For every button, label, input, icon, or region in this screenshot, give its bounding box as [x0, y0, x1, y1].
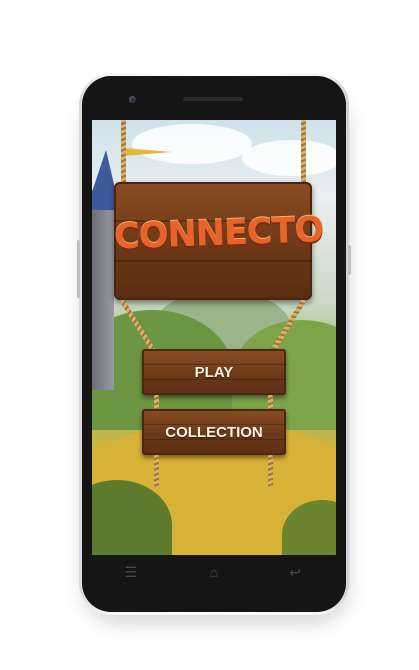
rope — [301, 120, 306, 188]
rope — [268, 395, 273, 409]
earpiece-speaker — [183, 97, 243, 101]
title-sign: CONNECTO — [113, 182, 324, 300]
home-icon[interactable]: ⌂ — [203, 561, 225, 583]
rope — [121, 120, 126, 188]
cloud — [132, 124, 252, 164]
rope — [154, 395, 159, 409]
menu-icon[interactable]: ☰ — [120, 561, 142, 583]
rope-tassel — [154, 455, 159, 487]
cloud — [242, 140, 336, 176]
back-icon[interactable]: ↩ — [284, 561, 306, 583]
game-logo: CONNECTO — [113, 210, 324, 258]
power-button — [348, 245, 351, 275]
game-screen: CONNECTO PLAY COLLECTION — [92, 120, 336, 555]
castle-tower — [92, 190, 114, 390]
front-camera — [129, 96, 136, 103]
collection-button[interactable]: COLLECTION — [142, 409, 286, 455]
volume-button — [77, 240, 80, 298]
play-button[interactable]: PLAY — [142, 349, 286, 395]
rope-tassel — [268, 455, 273, 487]
